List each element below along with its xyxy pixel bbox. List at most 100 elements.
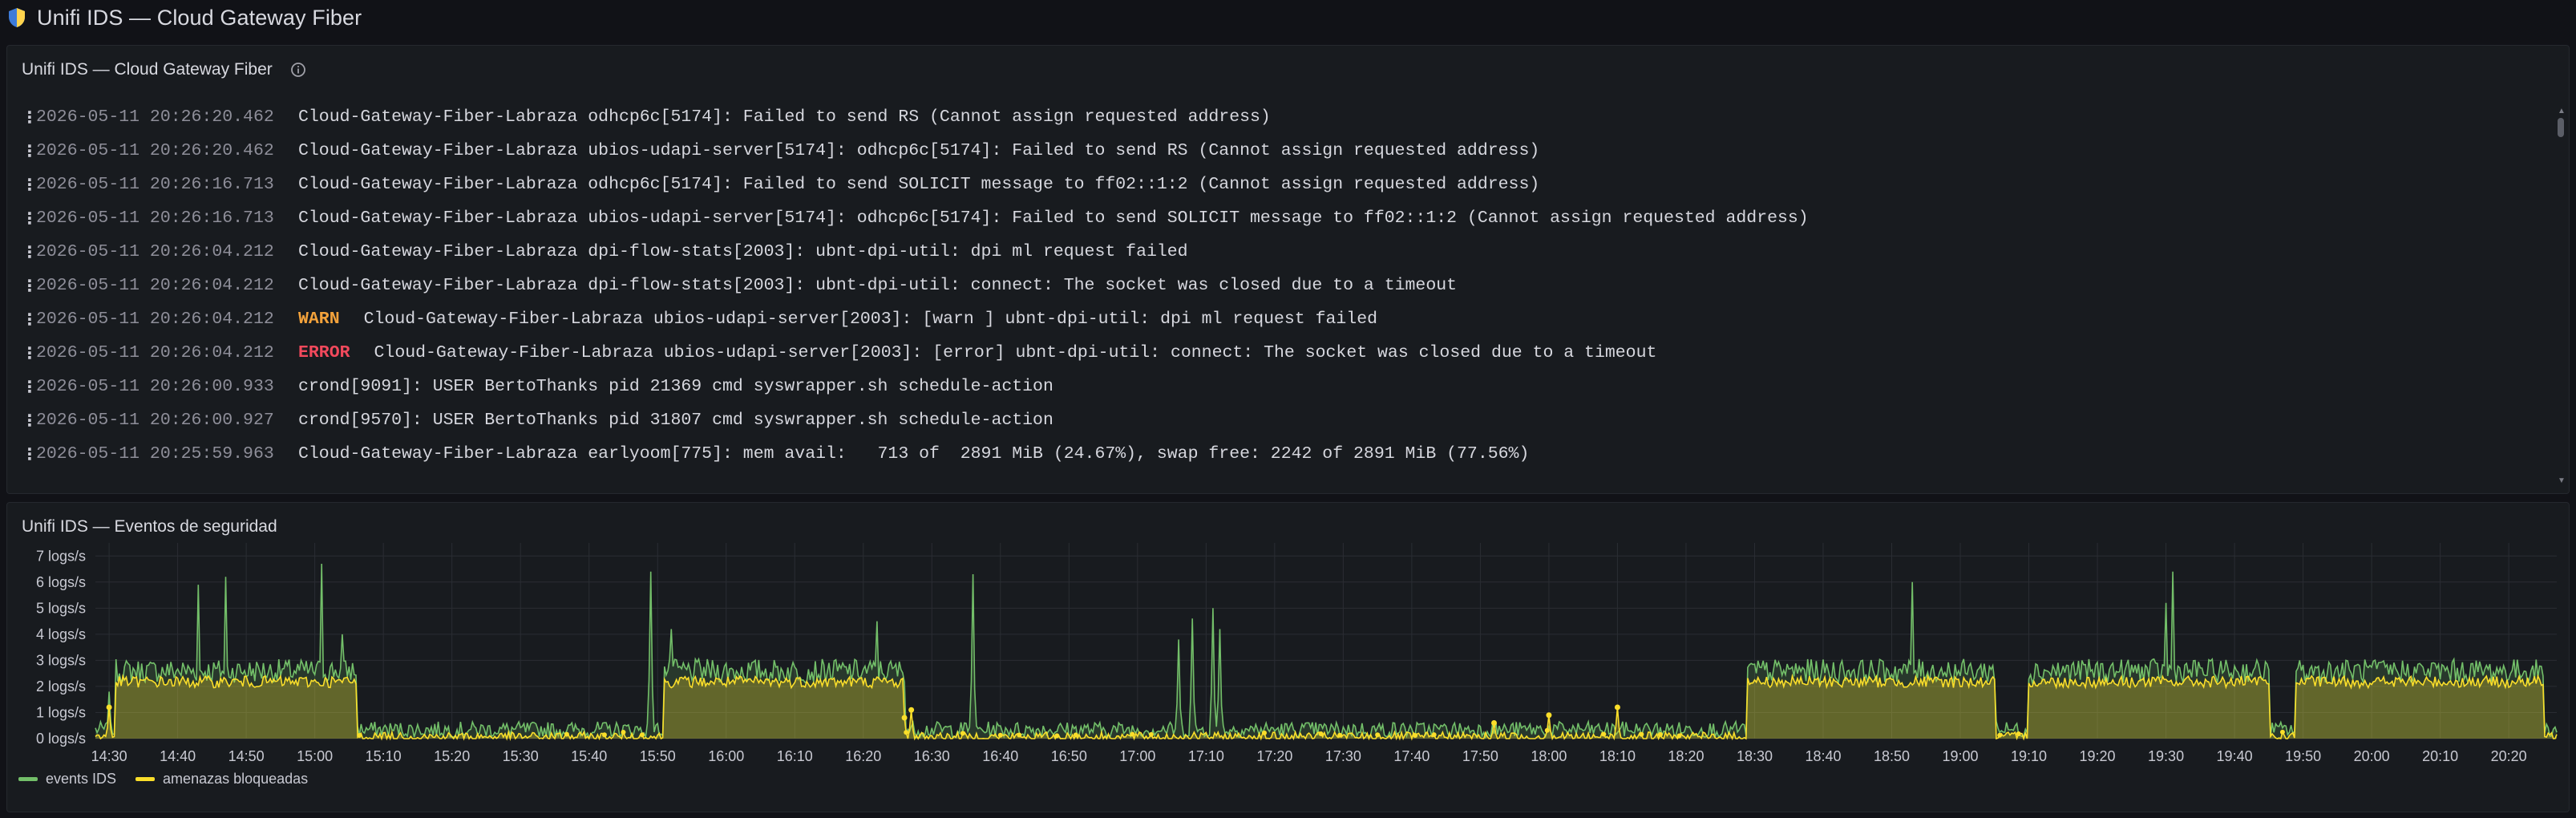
x-tick-label: 17:50 [1462,748,1498,764]
x-tick-label: 16:10 [777,748,813,764]
log-message: Cloud-Gateway-Fiber-Labraza dpi-flow-sta… [298,276,1458,295]
row-menu-icon[interactable]: ⋮ [22,242,38,261]
y-tick-label: 2 logs/s [36,678,86,694]
x-tick-label: 15:00 [297,748,333,764]
row-menu-icon[interactable]: ⋮ [22,444,38,464]
log-timestamp: 2026-05-11 20:26:00.933 [36,377,274,396]
y-tick-label: 4 logs/s [36,626,86,642]
amenazas-point [1073,732,1078,738]
legend-swatch-amenazas [135,777,156,781]
amenazas-point [639,732,645,738]
log-scrollbar[interactable]: ▲ ▼ [2558,107,2566,485]
amenazas-point [997,732,1003,738]
x-tick-label: 20:10 [2422,748,2458,764]
y-tick-label: 1 logs/s [36,704,86,720]
legend-item-events-ids[interactable]: events IDS [18,771,116,788]
log-row[interactable]: ⋮ 2026-05-11 20:26:04.212 ERROR Cloud-Gatew… [22,336,2547,370]
timeseries-panel: Unifi IDS — Eventos de seguridad 0 logs/… [6,502,2570,812]
x-tick-label: 17:00 [1119,748,1155,764]
row-menu-icon[interactable]: ⋮ [22,377,38,396]
amenazas-point [1413,733,1418,739]
top-bar: Unifi IDS — Cloud Gateway Fiber [0,0,2576,35]
row-menu-icon[interactable]: ⋮ [22,411,38,430]
amenazas-point [2016,731,2021,737]
log-row[interactable]: ⋮ 2026-05-11 20:26:04.212 Cloud-Gateway-Fi… [22,269,2547,302]
row-menu-icon[interactable]: ⋮ [22,276,38,295]
log-row[interactable]: ⋮ 2026-05-11 20:26:20.462 Cloud-Gateway-Fi… [22,134,2547,168]
log-level: ERROR [298,343,350,362]
amenazas-point [1546,712,1552,719]
row-menu-icon[interactable]: ⋮ [22,141,38,160]
log-message: Cloud-Gateway-Fiber-Labraza ubios-udapi-… [298,209,1809,228]
amenazas-point [357,733,362,739]
x-tick-label: 17:10 [1188,748,1224,764]
amenazas-point [1997,732,2003,738]
amenazas-point [1544,727,1550,733]
amenazas-point [1657,731,1663,737]
log-level: WARN [298,310,340,329]
x-tick-label: 18:50 [1874,748,1910,764]
log-message: crond[9091]: USER BertoThanks pid 21369 … [298,377,1053,396]
legend-swatch-events-ids [18,777,38,781]
x-tick-label: 14:30 [91,748,127,764]
amenazas-point [564,731,569,737]
scroll-thumb[interactable] [2558,118,2564,137]
amenazas-point [1375,732,1381,738]
amenazas-point [2279,729,2285,735]
log-row[interactable]: ⋮ 2026-05-11 20:26:16.713 Cloud-Gateway-Fi… [22,168,2547,201]
x-tick-label: 15:50 [640,748,676,764]
row-menu-icon[interactable]: ⋮ [22,310,38,329]
x-tick-label: 14:40 [160,748,196,764]
log-message: crond[9570]: USER BertoThanks pid 31807 … [298,411,1053,430]
x-tick-label: 18:30 [1737,748,1773,764]
log-row[interactable]: ⋮ 2026-05-11 20:26:20.462 Cloud-Gateway-Fi… [22,100,2547,134]
log-message: Cloud-Gateway-Fiber-Labraza odhcp6c[5174… [298,107,1271,127]
amenazas-point [904,730,909,735]
logs-panel-title[interactable]: Unifi IDS — Cloud Gateway Fiber [22,60,273,79]
log-row[interactable]: ⋮ 2026-05-11 20:26:04.212 Cloud-Gateway-Fi… [22,235,2547,269]
log-message: Cloud-Gateway-Fiber-Labraza ubios-udapi-… [363,310,1378,329]
log-timestamp: 2026-05-11 20:26:04.212 [36,242,274,261]
log-list[interactable]: ⋮ 2026-05-11 20:26:20.462 Cloud-Gateway-Fi… [22,100,2547,489]
log-message: Cloud-Gateway-Fiber-Labraza ubios-udapi-… [374,343,1657,362]
legend-item-amenazas[interactable]: amenazas bloqueadas [135,771,308,788]
row-menu-icon[interactable]: ⋮ [22,175,38,194]
log-row[interactable]: ⋮ 2026-05-11 20:26:00.933 crond[9091]: USE… [22,370,2547,403]
log-row[interactable]: ⋮ 2026-05-11 20:26:04.212 WARN Cloud-Gatewa… [22,302,2547,336]
log-timestamp: 2026-05-11 20:26:00.927 [36,411,274,430]
x-tick-label: 18:20 [1668,748,1704,764]
page-title: Unifi IDS — Cloud Gateway Fiber [37,5,362,30]
amenazas-point [960,731,965,736]
amenazas-point [1491,719,1498,726]
row-menu-icon[interactable]: ⋮ [22,209,38,228]
info-icon[interactable] [290,62,306,78]
timeseries-chart[interactable]: 0 logs/s 1 logs/s 2 logs/s 3 logs/s 4 logs/s… [7,503,2570,767]
log-message: Cloud-Gateway-Fiber-Labraza odhcp6c[5174… [298,175,1540,194]
y-tick-label: 5 logs/s [36,600,86,616]
x-tick-label: 16:30 [914,748,950,764]
amenazas-point [106,704,112,711]
legend-label-events-ids: events IDS [46,771,117,787]
x-tick-label: 20:00 [2354,748,2390,764]
row-menu-icon[interactable]: ⋮ [22,343,38,362]
log-row[interactable]: ⋮ 2026-05-11 20:26:00.927 crond[9570]: USE… [22,403,2547,437]
row-menu-icon[interactable]: ⋮ [22,107,38,127]
scroll-up-icon[interactable]: ▲ [2558,107,2566,115]
x-tick-label: 17:20 [1256,748,1292,764]
amenazas-point [901,715,908,721]
x-tick-label: 18:00 [1531,748,1567,764]
log-row[interactable]: ⋮ 2026-05-11 20:25:59.963 Cloud-Gateway-Fi… [22,437,2547,471]
log-timestamp: 2026-05-11 20:26:20.462 [36,107,274,127]
x-tick-label: 15:30 [503,748,539,764]
log-row[interactable]: ⋮ 2026-05-11 20:26:16.713 Cloud-Gateway-Fi… [22,201,2547,235]
scroll-down-icon[interactable]: ▼ [2558,476,2566,485]
amenazas-point [1130,731,1135,737]
amenazas-point [1318,731,1324,736]
x-tick-label: 16:20 [845,748,881,764]
amenazas-point [621,730,626,735]
x-tick-label: 17:30 [1325,748,1361,764]
amenazas-point [1054,733,1060,739]
x-tick-label: 14:50 [228,748,265,764]
log-timestamp: 2026-05-11 20:26:20.462 [36,141,274,160]
x-tick-label: 15:10 [366,748,402,764]
